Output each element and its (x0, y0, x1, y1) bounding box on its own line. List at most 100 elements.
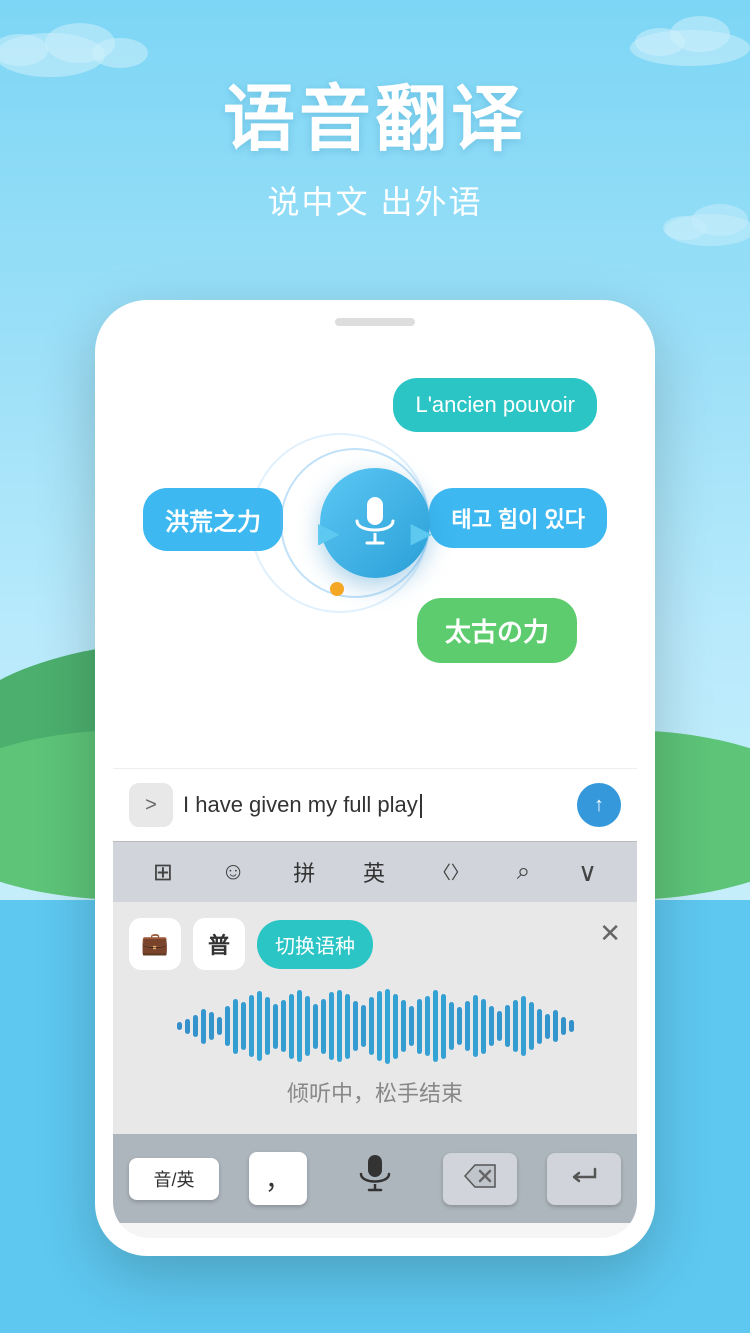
wave-bar (305, 996, 310, 1056)
wave-bar (265, 997, 270, 1055)
wave-bar (473, 995, 478, 1057)
wave-bar (433, 990, 438, 1062)
wave-bar (241, 1002, 246, 1050)
phone-screen: L'ancien pouvoir 洪荒之力 태고 힘이 있다 太古の力 (113, 338, 637, 1238)
waveform (129, 986, 621, 1066)
wave-bar (377, 991, 382, 1061)
wave-bar (521, 996, 526, 1056)
voice-panel-top: 💼 普 切换语种 ✕ (129, 918, 621, 970)
grid-icon[interactable]: ⊞ (145, 854, 181, 891)
arrow-icon: > (145, 794, 157, 817)
wave-bar (569, 1020, 574, 1032)
wave-bar (321, 999, 326, 1054)
wave-bar (385, 989, 390, 1064)
mic-icon (351, 495, 399, 551)
phone-mockup: L'ancien pouvoir 洪荒之力 태고 힘이 있다 太古の力 (95, 300, 655, 1256)
translation-area: L'ancien pouvoir 洪荒之力 태고 힘이 있다 太古の力 (113, 338, 637, 768)
briefcase-icon: 💼 (141, 931, 168, 957)
input-field[interactable]: I have given my full play (183, 792, 567, 818)
keyboard-mic-icon (357, 1154, 393, 1196)
wave-bar (489, 1006, 494, 1046)
wave-bar (337, 990, 342, 1062)
wave-bar (193, 1015, 198, 1037)
phone-speaker (335, 318, 415, 326)
wave-bar (393, 994, 398, 1059)
arrow-left-icon: ▶ (318, 516, 340, 549)
wave-bar (505, 1005, 510, 1047)
voice-hint: 倾听中，松手结束 (129, 1076, 621, 1108)
delete-button[interactable] (443, 1153, 517, 1205)
wave-bar (425, 996, 430, 1056)
delete-icon (463, 1163, 497, 1189)
emoji-icon[interactable]: ☺ (213, 854, 254, 890)
orange-dot (330, 582, 344, 596)
header: 语音翻译 说中文 出外语 (0, 60, 750, 223)
english-button[interactable]: 英 (355, 852, 393, 892)
enter-button[interactable] (547, 1153, 621, 1205)
wave-bar (409, 1006, 414, 1046)
wave-bar (257, 991, 262, 1061)
wave-bar (273, 1004, 278, 1049)
wave-bar (313, 1004, 318, 1049)
send-icon: ↑ (594, 794, 604, 817)
wave-bar (233, 999, 238, 1054)
input-text: I have given my full play (183, 792, 418, 817)
speech-mode-button[interactable]: 普 (193, 918, 245, 970)
symbol-button[interactable]: 〈〉 (425, 855, 477, 889)
search-icon[interactable]: ⌕ (509, 854, 538, 890)
sub-title: 说中文 出外语 (0, 177, 750, 223)
bubble-korean: 태고 힘이 있다 (429, 488, 607, 548)
speech-icon: 普 (208, 928, 230, 960)
wave-bar (545, 1014, 550, 1039)
wave-bar (353, 1001, 358, 1051)
wave-bar (449, 1002, 454, 1050)
wave-bar (209, 1012, 214, 1040)
wave-bar (561, 1017, 566, 1035)
wave-bar (361, 1005, 366, 1047)
send-button[interactable]: ↑ (577, 783, 621, 827)
input-arrow-button[interactable]: > (129, 783, 173, 827)
main-title: 语音翻译 (0, 60, 750, 165)
wave-bar (465, 1001, 470, 1051)
wave-bar (217, 1017, 222, 1035)
wave-bar (513, 1000, 518, 1052)
wave-bar (457, 1007, 462, 1045)
pinyin-button[interactable]: 拼 (285, 852, 323, 892)
wave-bar (497, 1011, 502, 1041)
close-button[interactable]: ✕ (599, 918, 621, 949)
phone-outer: L'ancien pouvoir 洪荒之力 태고 힘이 있다 太古の力 (95, 300, 655, 1256)
wave-bar (417, 999, 422, 1054)
wave-bar (281, 1000, 286, 1052)
wave-bar (369, 997, 374, 1055)
wave-bar (201, 1009, 206, 1044)
keyboard-bottom: 音/英 ， (113, 1134, 637, 1223)
more-icon[interactable]: ∨ (570, 853, 605, 892)
arrow-right-icon: ▶ (410, 516, 432, 549)
wave-bar (537, 1009, 542, 1044)
wave-bar (529, 1002, 534, 1050)
wave-bar (225, 1006, 230, 1046)
wave-bar (329, 992, 334, 1060)
bubble-french: L'ancien pouvoir (393, 378, 597, 432)
wave-bar (345, 994, 350, 1059)
bubble-japanese: 太古の力 (417, 598, 577, 663)
mic-keyboard-button[interactable] (337, 1146, 413, 1211)
voice-panel: 💼 普 切换语种 ✕ 倾听中，松手结束 (113, 902, 637, 1134)
wave-bar (249, 995, 254, 1057)
briefcase-button[interactable]: 💼 (129, 918, 181, 970)
enter-icon (567, 1163, 601, 1189)
wave-bar (297, 990, 302, 1062)
wave-bar (481, 999, 486, 1054)
wave-bar (441, 994, 446, 1059)
switch-language-button[interactable]: 切换语种 (257, 920, 373, 969)
input-bar: > I have given my full play ↑ (113, 768, 637, 841)
wave-bar (289, 994, 294, 1059)
wave-bar (553, 1010, 558, 1042)
wave-bar (401, 1000, 406, 1052)
input-cursor (420, 794, 422, 818)
input-mode-button[interactable]: 音/英 (129, 1158, 219, 1200)
bubble-container: L'ancien pouvoir 洪荒之力 태고 힘이 있다 太古の力 (133, 358, 617, 738)
wave-bar (177, 1022, 182, 1030)
comma-button[interactable]: ， (249, 1152, 307, 1205)
wave-bar (185, 1019, 190, 1034)
